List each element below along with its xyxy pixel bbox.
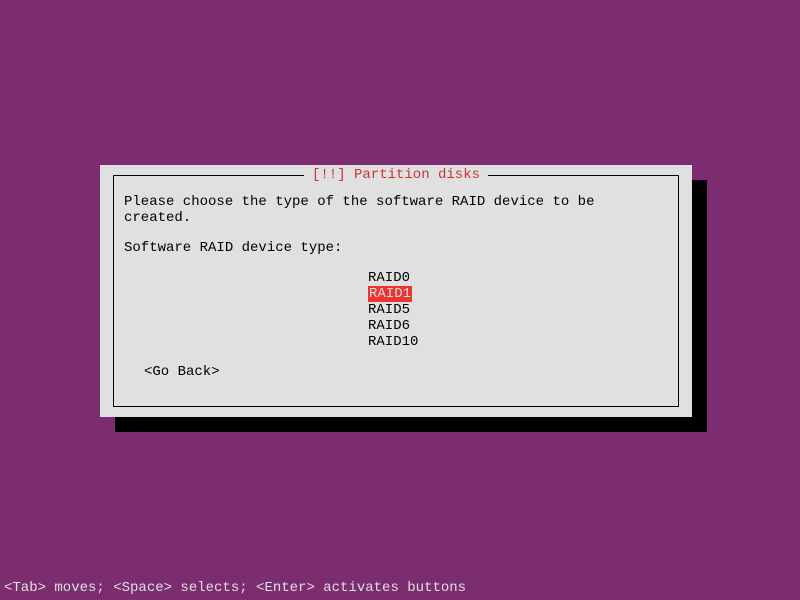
dialog-border: [!!] Partition disks Please choose the t…	[113, 175, 679, 407]
device-type-label: Software RAID device type:	[124, 240, 668, 256]
dialog-title: [!!] Partition disks	[304, 167, 488, 183]
option-raid10[interactable]: RAID10	[368, 334, 668, 350]
go-back-button[interactable]: <Go Back>	[144, 364, 668, 380]
raid-options-list: RAID0 RAID1 RAID5 RAID6 RAID10	[368, 270, 668, 350]
help-bar: <Tab> moves; <Space> selects; <Enter> ac…	[0, 578, 800, 598]
dialog-content: Please choose the type of the software R…	[114, 176, 678, 390]
option-raid0[interactable]: RAID0	[368, 270, 668, 286]
partition-dialog: [!!] Partition disks Please choose the t…	[100, 165, 692, 417]
option-raid5[interactable]: RAID5	[368, 302, 668, 318]
option-raid6[interactable]: RAID6	[368, 318, 668, 334]
option-raid1[interactable]: RAID1	[368, 286, 668, 302]
instruction-text: Please choose the type of the software R…	[124, 194, 668, 226]
